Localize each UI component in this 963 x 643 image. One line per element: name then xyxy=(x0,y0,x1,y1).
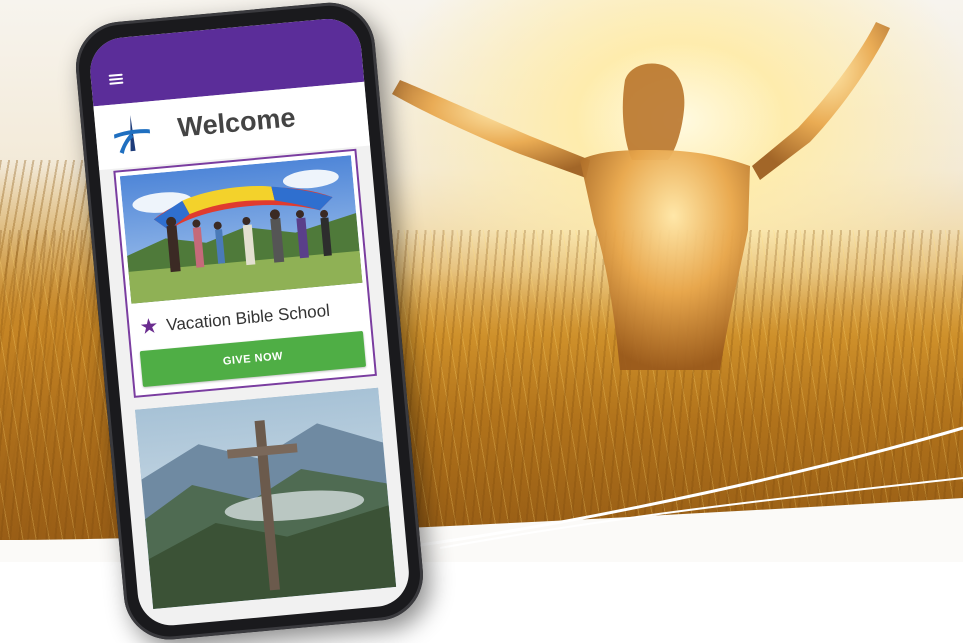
hamburger-menu-icon[interactable] xyxy=(108,73,124,85)
star-icon: ★ xyxy=(138,314,160,340)
event-title-row: ★ Vacation Bible School xyxy=(138,300,331,340)
cross-mountain-photo xyxy=(135,387,397,610)
cross-mountain-card[interactable] xyxy=(135,387,397,610)
event-photo xyxy=(119,155,363,304)
event-title: Vacation Bible School xyxy=(165,300,331,335)
phone-screen: Welcome ★ Vacation Bible School GIVE NOW xyxy=(87,16,412,629)
cross-logo xyxy=(106,109,157,160)
smartphone: Welcome ★ Vacation Bible School GIVE NOW xyxy=(72,0,427,643)
give-now-button[interactable]: GIVE NOW xyxy=(139,330,367,388)
event-card[interactable]: ★ Vacation Bible School GIVE NOW xyxy=(113,148,377,398)
page-title: Welcome xyxy=(176,102,297,143)
